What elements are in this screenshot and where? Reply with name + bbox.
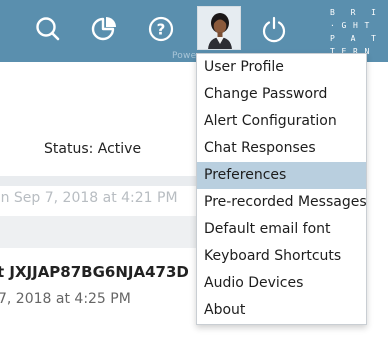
list-item-title[interactable]: t JXJJAP87BG6NJA473D: [0, 263, 189, 281]
list-item-date: on Sep 7, 2018 at 4:21 PM: [0, 190, 178, 206]
user-avatar[interactable]: [197, 6, 241, 50]
menu-item-keyboard-shortcuts[interactable]: Keyboard Shortcuts: [197, 243, 366, 270]
menu-item-audio-devices[interactable]: Audio Devices: [197, 270, 366, 297]
list-item-date: 7, 2018 at 4:25 PM: [0, 291, 131, 307]
list-separator: [0, 176, 197, 186]
app-window: ? Powe BRI · G H T PAT TER N Status: Act…: [0, 0, 388, 339]
power-icon[interactable]: [258, 13, 290, 45]
list-item-band: [0, 216, 197, 248]
menu-item-alert-configuration[interactable]: Alert Configuration: [197, 108, 366, 135]
menu-item-about[interactable]: About: [197, 297, 366, 324]
menu-item-default-email-font[interactable]: Default email font: [197, 216, 366, 243]
menu-item-preferences[interactable]: Preferences: [197, 162, 366, 189]
bright-pattern-logo: BRI · G H T PAT TERN: [330, 8, 376, 56]
menu-item-change-password[interactable]: Change Password: [197, 81, 366, 108]
activity-list: on Sep 7, 2018 at 4:21 PM t JXJJAP87BG6N…: [0, 0, 199, 339]
menu-item-user-profile[interactable]: User Profile: [197, 54, 366, 81]
menu-item-chat-responses[interactable]: Chat Responses: [197, 135, 366, 162]
menu-item-pre-recorded-messages[interactable]: Pre-recorded Messages: [197, 189, 367, 216]
user-menu-dropdown: User Profile Change Password Alert Confi…: [196, 53, 367, 325]
